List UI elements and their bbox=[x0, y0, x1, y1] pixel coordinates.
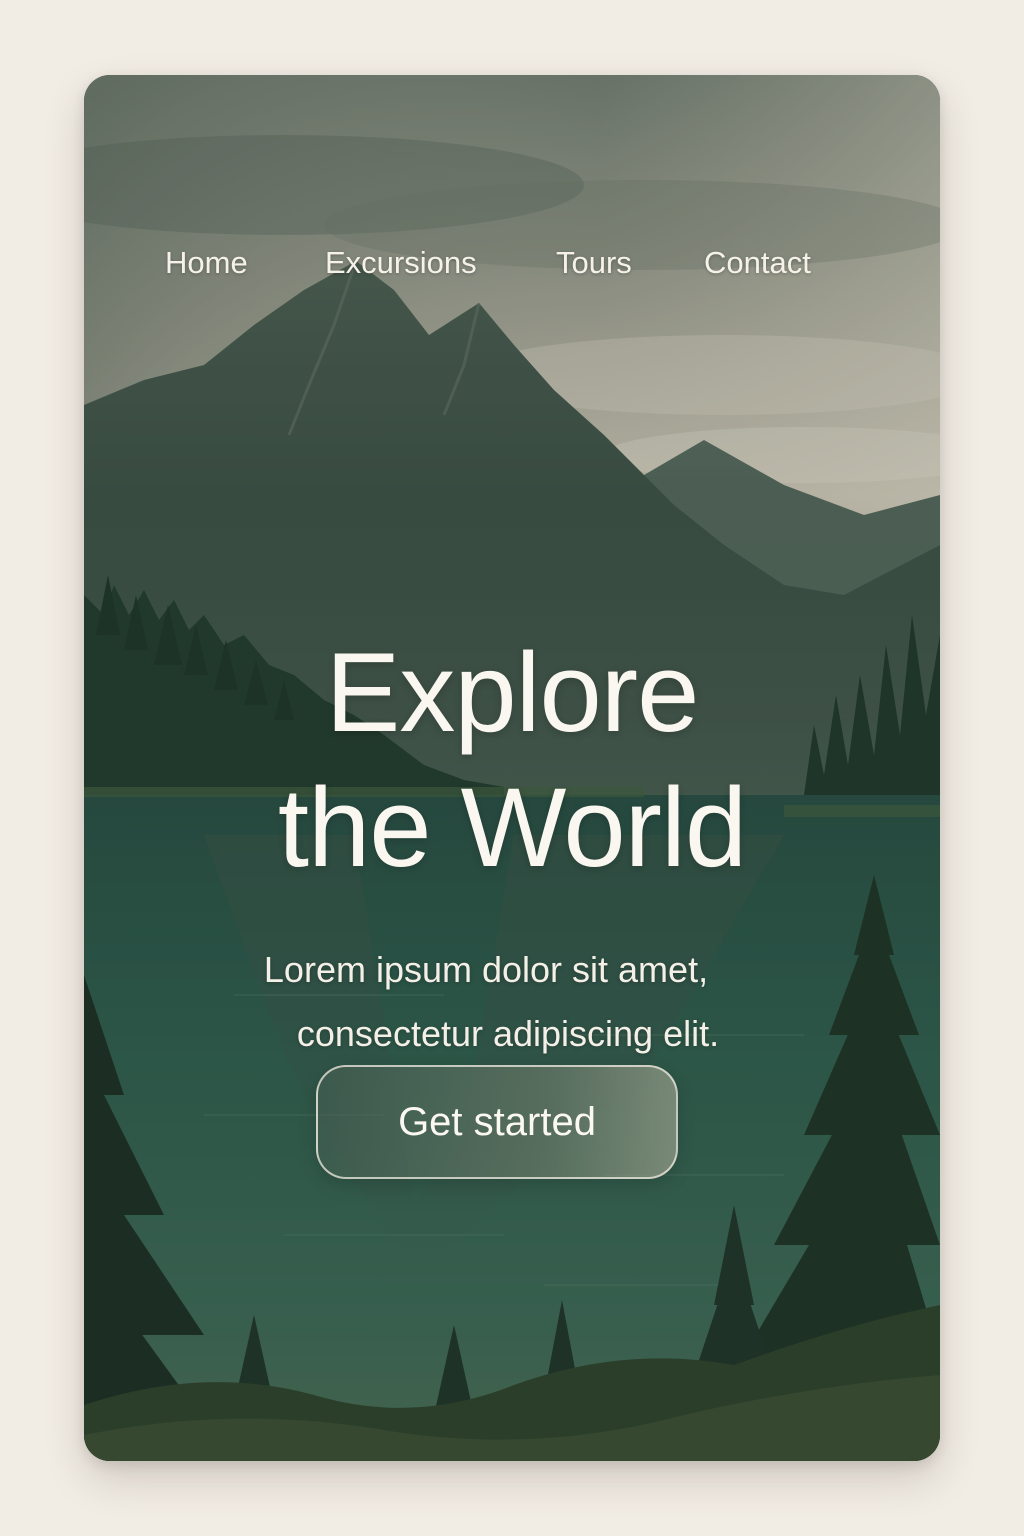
hero-title-line-2: the World bbox=[277, 765, 747, 890]
hero-subtitle-line-1: Lorem ipsum dolor sit amet, bbox=[263, 949, 709, 990]
hero-title-line-1: Explore bbox=[325, 630, 700, 755]
hero-subtitle-line-2: consectetur adipiscing elit. bbox=[296, 1013, 720, 1054]
nav-link-tours[interactable]: Tours bbox=[556, 243, 632, 283]
hero-card: Home Excursions Tours Contact Explore th… bbox=[84, 75, 940, 1461]
top-navigation: Home Excursions Tours Contact bbox=[84, 243, 940, 283]
nav-link-home[interactable]: Home bbox=[165, 243, 248, 283]
get-started-button[interactable]: Get started bbox=[316, 1065, 678, 1179]
nav-link-excursions[interactable]: Excursions bbox=[325, 243, 477, 283]
nav-link-contact[interactable]: Contact bbox=[704, 243, 811, 283]
